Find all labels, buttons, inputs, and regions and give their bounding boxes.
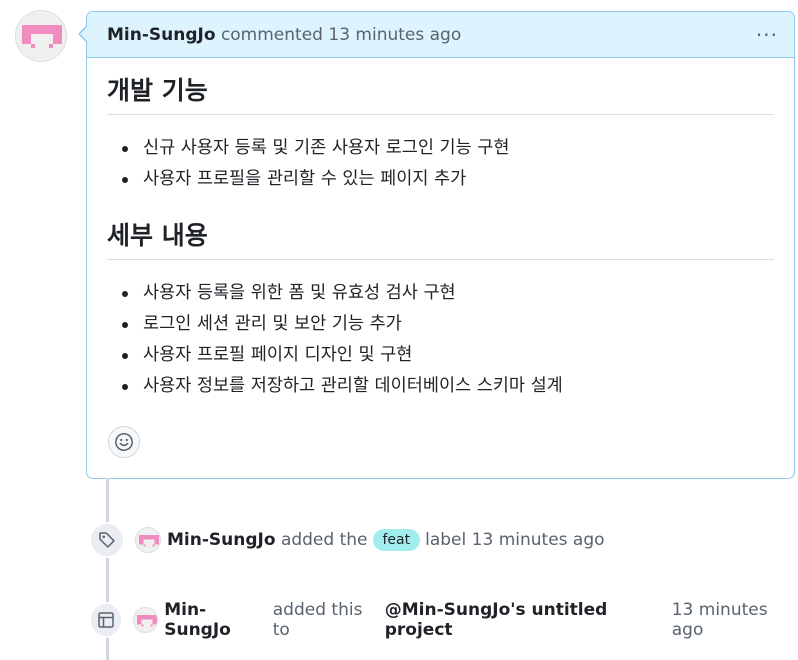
smiley-icon <box>115 433 133 451</box>
list-item: 사용자 프로필을 관리할 수 있는 페이지 추가 <box>107 164 774 195</box>
identicon-icon <box>16 11 66 61</box>
timeline-event-project: Min-SungJo added this to @Min-SungJo's u… <box>89 600 798 640</box>
event-text: added the <box>280 530 368 550</box>
list-item: 사용자 정보를 저장하고 관리할 데이터베이스 스키마 설계 <box>107 371 774 402</box>
kebab-menu-icon[interactable]: ··· <box>756 25 778 45</box>
comment-body: 개발 기능 신규 사용자 등록 및 기존 사용자 로그인 기능 구현 사용자 프… <box>87 58 794 402</box>
list-item: 사용자 등록을 위한 폼 및 유효성 검사 구현 <box>107 278 774 309</box>
event-text: added this to <box>272 600 363 640</box>
avatar[interactable] <box>15 10 67 62</box>
project-link[interactable]: @Min-SungJo's untitled project <box>385 600 667 640</box>
event-actor-link[interactable]: Min-SungJo <box>164 600 267 640</box>
list-item: 로그인 세션 관리 및 보안 기능 추가 <box>107 309 774 340</box>
list-item: 사용자 프로필 페이지 디자인 및 구현 <box>107 340 774 371</box>
section-heading: 개발 기능 <box>107 76 774 115</box>
add-reaction-button[interactable] <box>108 426 140 458</box>
identicon-icon <box>134 608 158 632</box>
comment-header: Min-SungJo commented 13 minutes ago ··· <box>87 12 794 58</box>
section-heading: 세부 내용 <box>107 221 774 260</box>
avatar[interactable] <box>133 607 159 633</box>
comment-timestamp[interactable]: 13 minutes ago <box>328 25 461 45</box>
event-text: label <box>425 530 467 550</box>
table-icon <box>89 602 124 638</box>
event-timestamp[interactable]: 13 minutes ago <box>472 530 605 550</box>
event-actor-link[interactable]: Min-SungJo <box>167 530 276 550</box>
comment-author-link[interactable]: Min-SungJo <box>107 25 216 45</box>
event-timestamp[interactable]: 13 minutes ago <box>672 600 798 640</box>
tag-icon <box>89 522 125 558</box>
timeline-event-labeled: Min-SungJo added the feat label 13 minut… <box>89 522 605 558</box>
list-item: 신규 사용자 등록 및 기존 사용자 로그인 기능 구현 <box>107 133 774 164</box>
label-badge[interactable]: feat <box>372 529 421 551</box>
avatar[interactable] <box>135 527 161 553</box>
issue-timeline: Min-SungJo commented 13 minutes ago ··· … <box>0 0 798 660</box>
feature-list: 신규 사용자 등록 및 기존 사용자 로그인 기능 구현 사용자 프로필을 관리… <box>107 133 774 195</box>
identicon-icon <box>136 528 160 552</box>
comment-box: Min-SungJo commented 13 minutes ago ··· … <box>78 11 795 479</box>
detail-list: 사용자 등록을 위한 폼 및 유효성 검사 구현 로그인 세션 관리 및 보안 … <box>107 278 774 402</box>
comment-action: commented <box>220 24 323 45</box>
